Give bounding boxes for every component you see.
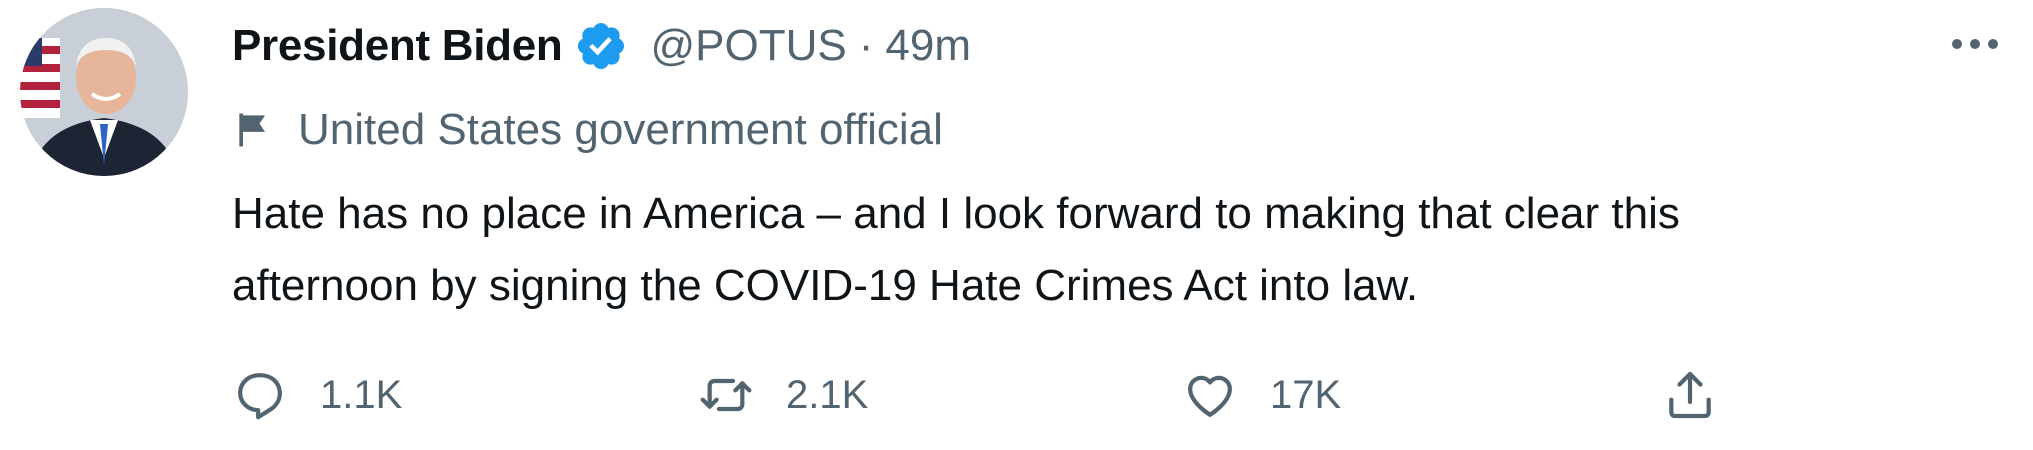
tweet-header: President Biden @POTUS · 49m [232, 14, 971, 78]
tweet-actions: 1.1K 2.1K 17K [232, 360, 1772, 430]
tweet-text-line: Hate has no place in America – and I loo… [232, 189, 1680, 238]
author-name[interactable]: President Biden [232, 21, 563, 71]
more-options-button[interactable] [1945, 24, 2005, 64]
avatar[interactable] [20, 8, 188, 176]
tweet-text: Hate has no place in America – and I loo… [232, 178, 1992, 322]
verified-badge-icon [574, 19, 628, 73]
reply-icon [232, 367, 288, 423]
tweet-timestamp[interactable]: 49m [885, 21, 971, 71]
retweet-count: 2.1K [786, 372, 869, 417]
separator-dot: · [858, 21, 874, 70]
more-dots-icon [1952, 39, 1998, 49]
retweet-icon [698, 367, 754, 423]
like-button[interactable]: 17K [1182, 360, 1341, 430]
avatar-portrait-icon [20, 8, 188, 176]
flag-icon [232, 108, 276, 152]
share-icon [1662, 367, 1718, 423]
tweet-text-line: afternoon by signing the COVID-19 Hate C… [232, 261, 1419, 310]
like-count: 17K [1270, 372, 1342, 417]
account-label-text: United States government official [298, 105, 943, 154]
reply-count: 1.1K [320, 372, 403, 417]
share-button[interactable] [1662, 360, 1718, 430]
heart-icon [1182, 367, 1238, 423]
account-label[interactable]: United States government official [232, 102, 943, 158]
author-handle[interactable]: @POTUS [650, 21, 846, 71]
retweet-button[interactable]: 2.1K [698, 360, 868, 430]
reply-button[interactable]: 1.1K [232, 360, 402, 430]
tweet[interactable]: President Biden @POTUS · 49m United Stat… [0, 0, 2033, 450]
